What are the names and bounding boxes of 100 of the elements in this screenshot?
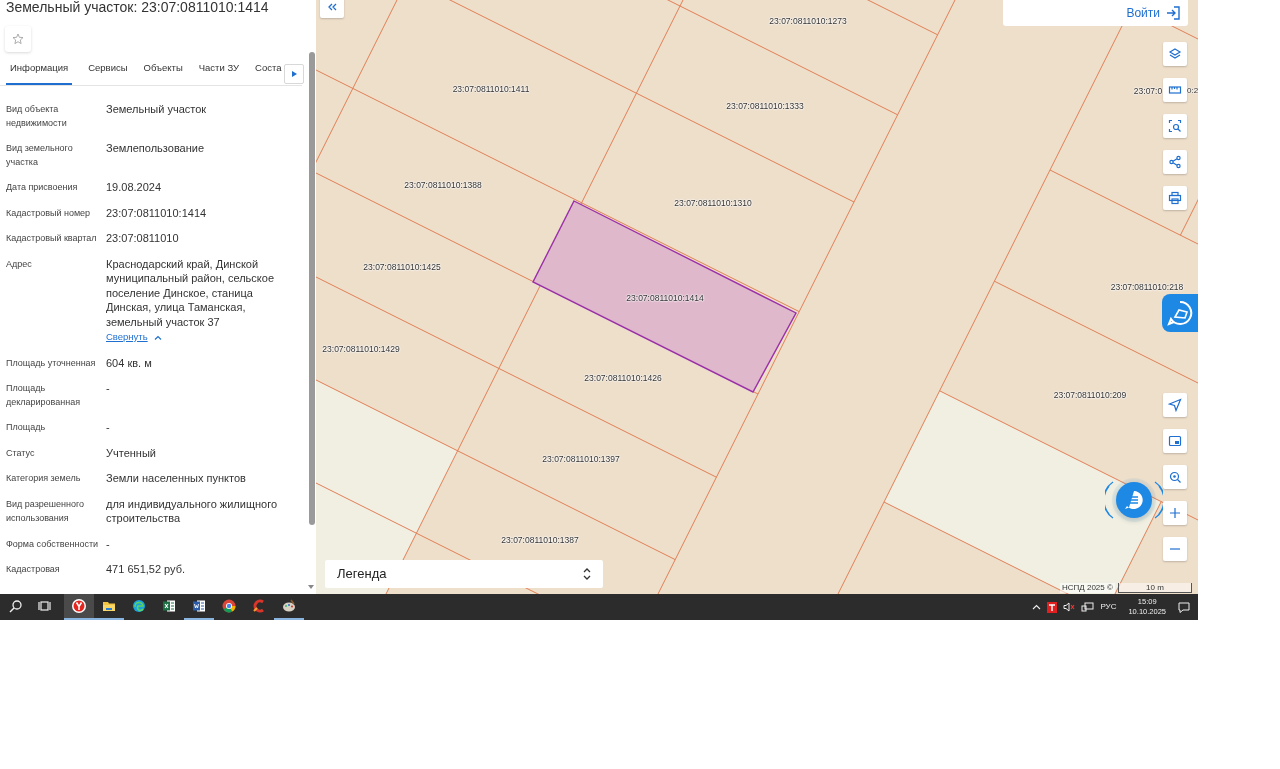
ring-icon bbox=[222, 599, 236, 613]
collapse-panel-button[interactable] bbox=[320, 0, 344, 18]
parcel-number: 23:07:0811010:1411 bbox=[452, 84, 530, 94]
network-icon[interactable] bbox=[1081, 602, 1095, 612]
field-value: 471 651,52 руб. bbox=[106, 562, 187, 577]
field-label: Адрес bbox=[6, 257, 33, 271]
field-value: - bbox=[106, 420, 111, 435]
tray-app-icon[interactable] bbox=[1047, 601, 1058, 613]
print-button[interactable] bbox=[1163, 186, 1187, 210]
notification-icon[interactable] bbox=[1178, 601, 1190, 613]
search-area-button[interactable] bbox=[1163, 465, 1187, 489]
selected-parcel[interactable] bbox=[532, 200, 797, 393]
sort-arrows-icon bbox=[583, 568, 591, 580]
parcel-number: 23:07:0811010:218 bbox=[1110, 282, 1184, 292]
task-view-icon bbox=[38, 599, 52, 613]
minimap-button[interactable] bbox=[1163, 429, 1187, 453]
parcel-number: 23:07:0811010:1273 bbox=[769, 16, 847, 26]
speech-bubble-icon bbox=[1167, 300, 1193, 326]
field-label: Кадастровая bbox=[6, 563, 61, 576]
field-value: Землепользование bbox=[106, 141, 206, 156]
tab[interactable]: Сервисы bbox=[88, 60, 128, 85]
field-value: 23:07:0811010 bbox=[106, 231, 180, 246]
share-button[interactable] bbox=[1163, 150, 1187, 174]
field-label: Кадастровый номер bbox=[6, 206, 92, 220]
parcel-number: 23:07:0811010:1333 bbox=[726, 101, 804, 111]
ruler-button[interactable] bbox=[1163, 78, 1187, 102]
scrollbar-thumb[interactable] bbox=[309, 52, 315, 525]
parcel-number: 23:07:0811010:1425 bbox=[363, 262, 441, 272]
scroll-right-button[interactable] bbox=[284, 63, 305, 84]
ruler-icon bbox=[1168, 83, 1182, 97]
swirl-icon bbox=[132, 599, 146, 613]
field-value: для индивидуального жилищного строительства bbox=[106, 496, 278, 526]
chat-icon bbox=[1124, 490, 1144, 510]
scale-bar: 10 m bbox=[1118, 583, 1192, 593]
caret-icon bbox=[292, 70, 297, 77]
search-icon bbox=[8, 599, 22, 613]
brush-icon bbox=[252, 599, 266, 613]
double-chevron-left-icon bbox=[327, 3, 337, 11]
tab[interactable]: Объекты bbox=[143, 60, 183, 85]
field-label: Кадастровый квартал bbox=[6, 232, 98, 245]
field-label: Вид разрешенного использования bbox=[6, 497, 86, 525]
locate-button[interactable] bbox=[1163, 393, 1187, 417]
field-label: Дата присвоения bbox=[6, 181, 79, 194]
field-label: Категория земель bbox=[6, 472, 82, 485]
field-value: Земельный участок bbox=[106, 102, 208, 117]
input-language[interactable]: РУС bbox=[1100, 601, 1117, 613]
collapse-link[interactable]: Свернуть bbox=[106, 330, 148, 345]
layers-button[interactable] bbox=[1163, 42, 1187, 66]
field-value: 23:07:0811010:1414 bbox=[106, 205, 208, 220]
map-search-icon bbox=[1168, 470, 1182, 484]
field-label: Площадь bbox=[6, 421, 47, 434]
selection-icon bbox=[1168, 119, 1182, 133]
login-link[interactable]: Войти bbox=[1126, 4, 1160, 22]
tab[interactable]: Соста bbox=[255, 60, 282, 85]
folder-icon bbox=[102, 599, 116, 613]
field-label: Вид земельного участка bbox=[6, 142, 74, 169]
attribution: НСПД 2025 © bbox=[1060, 583, 1115, 593]
plus-icon bbox=[1168, 506, 1182, 520]
parcel-number: 23:07:0811010:1388 bbox=[404, 180, 482, 190]
parcel-number: 23:07:0811010:1397 bbox=[542, 454, 620, 464]
legend-dropdown[interactable]: Легенда bbox=[325, 560, 603, 588]
spreadsheet-icon bbox=[162, 599, 176, 613]
parcel-number: 23:07:0 bbox=[1133, 86, 1163, 96]
parcel-number: 23:07:0811010:209 bbox=[1053, 390, 1127, 400]
parcel-number: 0:2 bbox=[1187, 86, 1198, 96]
field-value: - bbox=[106, 536, 111, 551]
field-value: - bbox=[106, 381, 111, 396]
parcel-number: 23:07:0811010:1429 bbox=[322, 344, 400, 354]
share-icon bbox=[1168, 155, 1182, 169]
panel-title: Земельный участок: 23:07:0811010:1414 bbox=[6, 0, 270, 14]
layers-icon bbox=[1168, 47, 1182, 61]
area-select-button[interactable] bbox=[1163, 114, 1187, 138]
taskbar-app[interactable] bbox=[64, 594, 94, 620]
field-label: Форма собственности bbox=[6, 537, 100, 551]
browser-logo-icon bbox=[72, 599, 86, 613]
field-value: Земли населенных пунктов bbox=[106, 471, 247, 486]
star-icon bbox=[12, 33, 24, 45]
scroll-down-icon[interactable] bbox=[308, 585, 314, 589]
parcel-number: 23:07:0811010:1414 bbox=[626, 293, 704, 303]
field-label: Площадь уточненная bbox=[6, 356, 97, 370]
field-label: Статус bbox=[6, 446, 36, 460]
navigation-arrow-icon bbox=[1168, 398, 1182, 412]
parcel-number: 23:07:0811010:1387 bbox=[501, 535, 579, 545]
field-value: Учтенный bbox=[106, 445, 157, 460]
field-value: 604 кв. м bbox=[106, 355, 153, 370]
login-icon bbox=[1166, 6, 1180, 20]
document-icon bbox=[192, 599, 206, 613]
printer-icon bbox=[1168, 191, 1182, 205]
muted-speaker-icon[interactable] bbox=[1063, 602, 1076, 612]
window-icon bbox=[1168, 434, 1182, 448]
tab[interactable]: Информация bbox=[6, 60, 73, 85]
field-value: Краснодарский край, Динской муниципальный район, сельское поселение Динское, станица Динская, улица Таманская, земельный участок 37 bbox=[106, 256, 275, 329]
tab[interactable]: Части ЗУ bbox=[198, 60, 240, 85]
parcel-number: 23:07:0811010:1310 bbox=[674, 198, 752, 208]
palette-icon bbox=[282, 599, 296, 613]
parcel-number: 23:07:0811010:1426 bbox=[584, 373, 662, 383]
field-label: Площадь декларированная bbox=[6, 382, 82, 409]
field-value: 19.08.2024 bbox=[106, 180, 163, 195]
assistant-tab[interactable] bbox=[1162, 294, 1198, 332]
field-label: Вид объекта недвижимости bbox=[6, 103, 68, 130]
